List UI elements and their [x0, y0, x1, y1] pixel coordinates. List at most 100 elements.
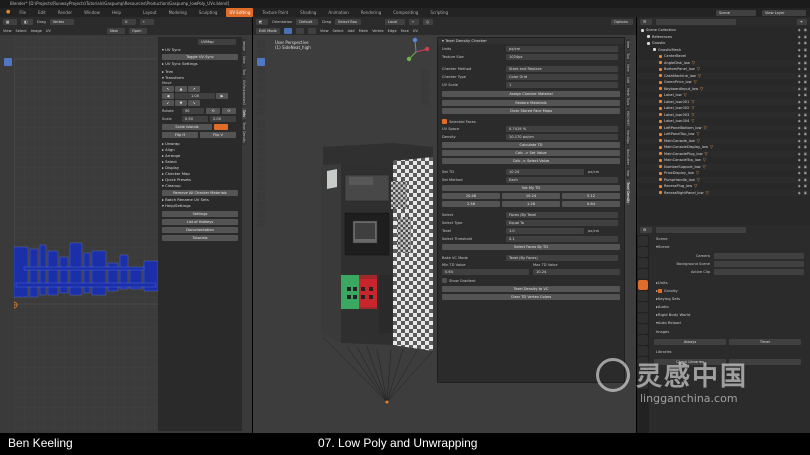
- restore-materials-button[interactable]: Restore Materials: [442, 100, 620, 106]
- pan-icon[interactable]: [421, 79, 429, 87]
- uv-transform-tool-icon[interactable]: [4, 85, 12, 93]
- auto-reload-section-title[interactable]: ▾ Auto Reload: [650, 319, 810, 327]
- workspace-compositing[interactable]: Compositing: [390, 8, 421, 17]
- uv-tab-texel-density[interactable]: Texel Density: [242, 119, 246, 145]
- max-td-field[interactable]: 10.24: [533, 269, 620, 275]
- properties-editor-type-icon[interactable]: ⚙: [640, 226, 652, 233]
- menu-file[interactable]: File: [16, 8, 29, 17]
- select-dropdown[interactable]: Faces (By Texel: [506, 212, 618, 218]
- min-td-field[interactable]: 0.64: [442, 269, 529, 275]
- extrude-tool-icon[interactable]: [257, 120, 265, 128]
- tutorials-button[interactable]: Tutorials: [162, 235, 238, 241]
- ortho-toggle-icon[interactable]: [421, 97, 429, 105]
- uv-tab-tool[interactable]: Tool: [242, 66, 246, 77]
- uv-open-image-button[interactable]: Open: [128, 27, 147, 34]
- move-down-button[interactable]: ▼: [175, 100, 187, 106]
- viewport-menu-select[interactable]: Select: [333, 29, 344, 33]
- view-layer-selector[interactable]: View Layer: [762, 9, 806, 16]
- select-box-dropdown[interactable]: Select Box: [335, 18, 362, 25]
- physics-tab-icon[interactable]: [638, 335, 648, 345]
- vertex-select-icon[interactable]: [284, 27, 292, 34]
- clear-face-maps-button[interactable]: Clear Stored Face Maps: [442, 108, 620, 114]
- move-tool-icon[interactable]: [257, 58, 265, 66]
- spin-tool-icon[interactable]: [257, 174, 265, 182]
- uv-mode-icon[interactable]: ◧: [21, 18, 33, 25]
- inset-tool-icon[interactable]: [257, 129, 265, 137]
- tab-texel-density[interactable]: Texel Density: [626, 179, 630, 205]
- rotate-angle-field[interactable]: 90: [182, 108, 204, 114]
- move-up-right-button[interactable]: ↗: [188, 86, 200, 92]
- menu-edit[interactable]: Edit: [35, 8, 49, 17]
- tab-tool[interactable]: Tool: [626, 51, 630, 62]
- tab-item[interactable]: Item: [626, 39, 630, 51]
- shrink-tool-icon[interactable]: [257, 201, 265, 209]
- texel-panel-title[interactable]: ▾ Texel Density Checker: [438, 38, 624, 44]
- tab-view[interactable]: View: [626, 62, 630, 75]
- face-select-icon[interactable]: [308, 27, 316, 34]
- viewport-menu-uv[interactable]: UV: [413, 29, 418, 33]
- outliner-filter-icon[interactable]: ⏷: [797, 18, 807, 25]
- viewport-editor-type-icon[interactable]: ◩: [256, 18, 268, 25]
- set-method-dropdown[interactable]: Each: [506, 177, 618, 183]
- workspace-shading[interactable]: Shading: [297, 8, 319, 17]
- help-panel-title[interactable]: ▾ Help/Settings: [158, 203, 242, 209]
- uv-menu-uv[interactable]: UV: [46, 29, 51, 33]
- navigation-gizmo[interactable]: [401, 37, 431, 67]
- preset-5-12-button[interactable]: 5.12: [562, 193, 620, 199]
- pivot-dropdown[interactable]: Local: [385, 18, 406, 25]
- object-tab-icon[interactable]: [638, 302, 648, 312]
- tab-edit[interactable]: Edit: [626, 75, 630, 86]
- gaspump-model[interactable]: [293, 117, 443, 427]
- set-td-field[interactable]: 10.24: [506, 169, 584, 175]
- measure-tool-icon[interactable]: [257, 107, 265, 115]
- visibility-toggle-icon[interactable]: ◉ ▣: [798, 190, 810, 197]
- checker-method-dropdown[interactable]: Store and Replace: [506, 66, 618, 72]
- viewport-menu-add[interactable]: Add: [348, 29, 355, 33]
- tool-tab-icon[interactable]: [638, 236, 648, 246]
- menu-render[interactable]: Render: [55, 8, 75, 17]
- editor-type-icon[interactable]: ▦: [3, 18, 17, 25]
- bevel-tool-icon[interactable]: [257, 138, 265, 146]
- viewport-menu-view[interactable]: View: [320, 29, 329, 33]
- preset-0-64-button[interactable]: 0.64: [562, 201, 620, 207]
- cleanup-panel-title[interactable]: ▾ Cleanup: [158, 183, 242, 189]
- scale-x-field[interactable]: 0.50: [182, 116, 208, 122]
- menu-help[interactable]: Help: [109, 8, 124, 17]
- uv-drag-label[interactable]: Drag: [37, 20, 46, 24]
- polybuild-tool-icon[interactable]: [257, 165, 265, 173]
- blender-logo-icon[interactable]: ●: [6, 8, 10, 17]
- remove-checker-button[interactable]: Remove All Checker Materials: [162, 190, 238, 196]
- outliner-search-input[interactable]: [656, 18, 736, 25]
- uv-pivot-icon[interactable]: ⊙: [121, 18, 136, 25]
- show-gradient-checkbox[interactable]: [442, 278, 447, 283]
- workspace-rendering[interactable]: Rendering: [358, 8, 384, 17]
- uv-snap-dropdown[interactable]: Vertex: [49, 18, 74, 25]
- properties-search-input[interactable]: [656, 226, 746, 233]
- preset-20-48-button[interactable]: 20.48: [442, 193, 500, 199]
- scale-tool-icon[interactable]: [257, 76, 265, 84]
- calc-select-value-button[interactable]: Calc -> Select Value: [442, 158, 620, 164]
- uv-select-tool-icon[interactable]: [4, 40, 12, 48]
- texel-to-vc-button[interactable]: Texel Density to VC: [442, 286, 620, 292]
- workspace-sculpting[interactable]: Sculpting: [196, 8, 221, 17]
- camera-field[interactable]: [714, 253, 804, 259]
- assign-checker-button[interactable]: Assign Checker Material: [442, 91, 620, 97]
- orientation-dropdown[interactable]: Default: [296, 18, 319, 25]
- flip-v-button[interactable]: Flip V: [200, 132, 236, 138]
- modifiers-tab-icon[interactable]: [638, 313, 648, 323]
- uvmap-field[interactable]: UVMap: [198, 39, 236, 45]
- camera-view-icon[interactable]: [421, 88, 429, 96]
- flip-h-button[interactable]: Flip H: [162, 132, 198, 138]
- uv-canvas[interactable]: [14, 37, 158, 431]
- selected-faces-checkbox[interactable]: [442, 119, 447, 124]
- uv-menu-view[interactable]: View: [3, 29, 12, 33]
- render-tab-icon[interactable]: [638, 247, 648, 257]
- documentation-button[interactable]: Documentation: [162, 227, 238, 233]
- view-layer-tab-icon[interactable]: [638, 269, 648, 279]
- checker-type-dropdown[interactable]: Color Grid: [506, 74, 618, 80]
- uv-tab-image[interactable]: Image: [242, 39, 246, 53]
- uv-tab-sets[interactable]: Sets: [242, 107, 246, 119]
- hotkeys-button[interactable]: List of Hotkeys: [162, 219, 238, 225]
- shear-tool-icon[interactable]: [257, 210, 265, 218]
- uv-relax-tool-icon[interactable]: [4, 117, 12, 125]
